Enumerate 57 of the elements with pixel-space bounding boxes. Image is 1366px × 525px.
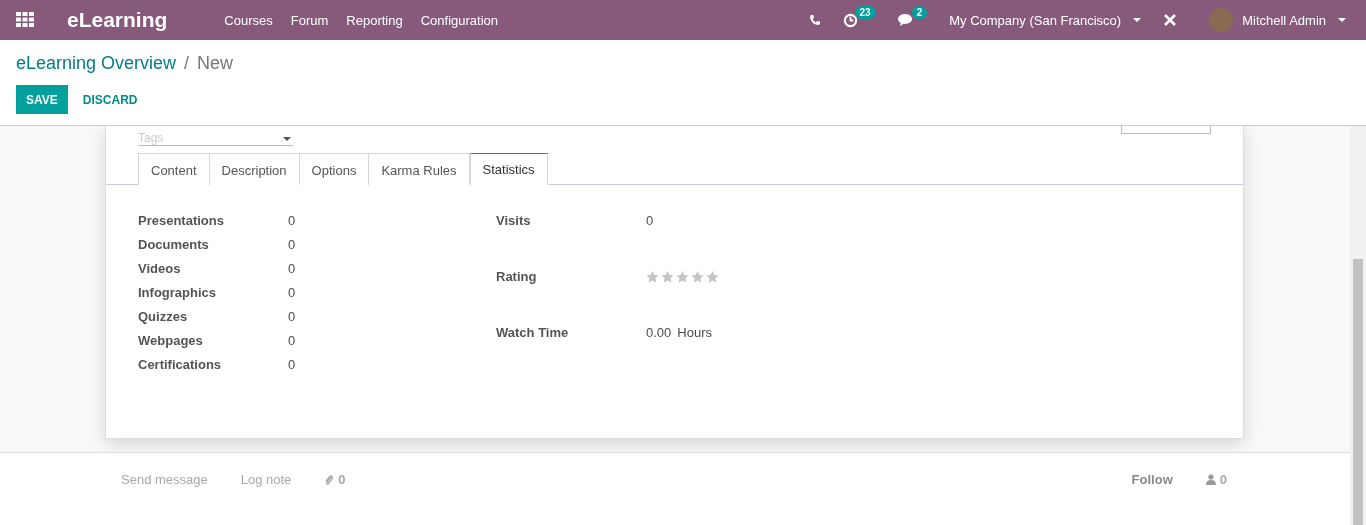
cut-off-button[interactable] (1121, 126, 1211, 134)
stat-value: 0 (646, 212, 655, 230)
stat-value: 0 (288, 260, 297, 278)
activity-count-badge: 23 (854, 5, 876, 19)
stat-label: Visits (496, 212, 532, 230)
stat-value: 0 (288, 356, 297, 374)
menu-item[interactable]: Forum (290, 12, 329, 28)
star-icon[interactable] (691, 271, 704, 283)
tab[interactable]: Statistics (469, 153, 548, 185)
stat-label: Videos (138, 260, 182, 278)
app-name: eLearning (67, 8, 168, 32)
menu-item[interactable]: Reporting (346, 12, 403, 28)
discard-button[interactable]: DISCARD (69, 85, 151, 114)
stat-label: Presentations (138, 212, 225, 230)
tab[interactable]: Karma Rules (369, 153, 470, 185)
menu-item[interactable]: Configuration (420, 12, 499, 28)
caret-icon (1338, 18, 1346, 22)
person-icon (1205, 474, 1216, 485)
caret-icon (1133, 18, 1142, 22)
clock-icon[interactable] (842, 12, 858, 28)
stat-label: Certifications (138, 356, 223, 374)
stat-value: 0 (288, 284, 297, 302)
stat-value: 0 (288, 308, 297, 326)
scrollbar[interactable] (1350, 126, 1366, 525)
star-icon[interactable] (661, 271, 674, 283)
star-icon[interactable] (706, 271, 719, 283)
tab[interactable]: Options (299, 153, 370, 185)
stat-value: 0 (288, 212, 297, 230)
tab[interactable]: Content (138, 153, 210, 185)
phone-icon[interactable] (808, 14, 821, 26)
stat-label: Documents (138, 236, 210, 254)
stat-label: Quizzes (138, 308, 189, 326)
menu-item[interactable]: Courses (224, 12, 273, 28)
company-dropdown[interactable]: My Company (San Francisco) (949, 12, 1142, 28)
user-menu[interactable]: Mitchell Admin (1209, 8, 1346, 32)
stat-label: Rating (496, 268, 538, 286)
breadcrumb-current: New (197, 53, 234, 74)
apps-grid-icon[interactable] (16, 12, 34, 28)
follow-button[interactable]: Follow (1131, 472, 1173, 487)
stat-label: Infographics (138, 284, 217, 302)
stat-value: 0.00 (646, 324, 672, 342)
star-icon[interactable] (676, 271, 689, 283)
caret-icon (283, 136, 291, 141)
message-count-badge: 2 (911, 6, 928, 19)
save-button[interactable]: SAVE (16, 85, 68, 114)
stat-label: Watch Time (496, 324, 570, 342)
stat-value: 0 (288, 236, 297, 254)
tab[interactable]: Description (209, 153, 300, 185)
stat-label: Webpages (138, 332, 204, 350)
paperclip-icon (324, 473, 335, 486)
breadcrumb-separator: / (184, 53, 190, 74)
unit-label: Hours (677, 324, 712, 342)
avatar-icon (1209, 8, 1234, 32)
stat-value: 0 (288, 332, 297, 350)
breadcrumb-link[interactable]: eLearning Overview (16, 53, 177, 74)
chat-icon[interactable] (897, 13, 915, 27)
star-icon[interactable] (646, 271, 659, 283)
